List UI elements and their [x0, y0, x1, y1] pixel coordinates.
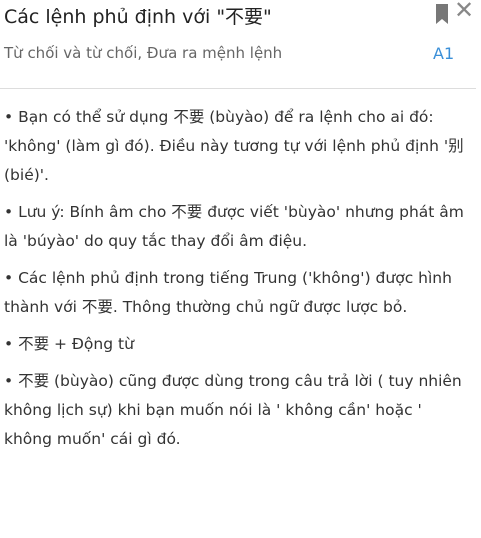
list-item: • Lưu ý: Bính âm cho 不要 được viết 'bùyào…	[4, 203, 464, 250]
close-icon[interactable]: ✕	[454, 0, 474, 24]
list-item: • Các lệnh phủ định trong tiếng Trung ('…	[4, 269, 452, 316]
bookmark-icon[interactable]	[436, 4, 448, 24]
list-item: • 不要 (bùyào) cũng được dùng trong câu tr…	[4, 372, 462, 448]
content: • Bạn có thể sử dụng 不要 (bùyào) để ra lệ…	[4, 103, 474, 462]
list-item: • Bạn có thể sử dụng 不要 (bùyào) để ra lệ…	[4, 108, 464, 184]
subtitle: Từ chối và từ chối, Đưa ra mệnh lệnh	[4, 44, 283, 62]
level-badge: A1	[433, 44, 455, 63]
page-title: Các lệnh phủ định với "不要"	[4, 6, 272, 28]
divider	[0, 88, 476, 89]
list-item: • 不要 + Động từ	[4, 335, 134, 353]
